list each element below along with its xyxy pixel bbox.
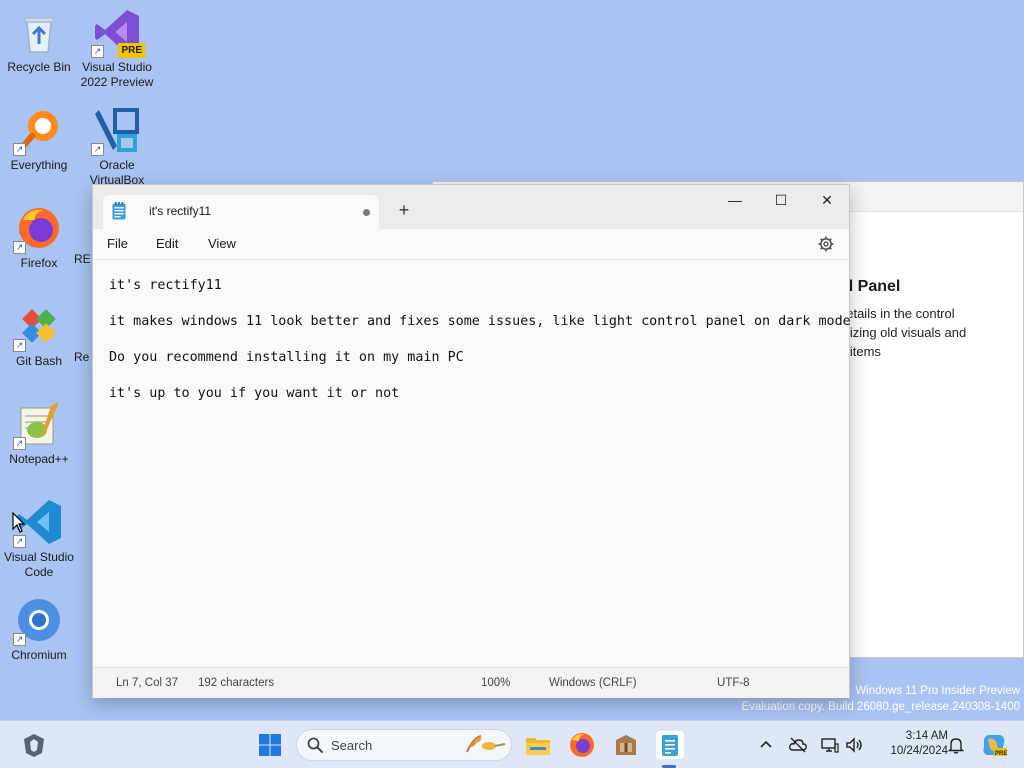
desktop-icon-everything[interactable]: ↗ Everything bbox=[0, 106, 78, 173]
svg-text:PRE: PRE bbox=[995, 751, 1007, 757]
status-line-ending[interactable]: Windows (CRLF) bbox=[549, 677, 637, 689]
unsaved-dot-icon[interactable] bbox=[363, 209, 370, 216]
shortcut-arrow-icon: ↗ bbox=[13, 633, 26, 646]
text-editor[interactable]: it's rectify11 it makes windows 11 look … bbox=[93, 259, 851, 667]
recycle-bin-icon bbox=[15, 8, 63, 56]
editor-line: it makes windows 11 look better and fixe… bbox=[109, 314, 851, 329]
cloud-off-icon[interactable] bbox=[788, 735, 808, 755]
desktop-icon-label: Firefox bbox=[20, 256, 58, 270]
shortcut-arrow-icon: ↗ bbox=[91, 45, 104, 58]
taskbar-search-box[interactable]: Search bbox=[296, 729, 512, 761]
search-highlight-leaves-icon bbox=[463, 734, 507, 756]
shortcut-arrow-icon: ↗ bbox=[13, 535, 26, 548]
widgets-button[interactable] bbox=[20, 731, 48, 759]
desktop-icon-label: Re bbox=[74, 350, 90, 364]
desktop-icon-firefox[interactable]: ↗ Firefox bbox=[0, 204, 78, 271]
desktop-icon-label: Git Bash bbox=[15, 354, 63, 368]
notepad-titlebar[interactable]: it's rectify11 + — ☐ ✕ bbox=[93, 185, 849, 229]
tab-title: it's rectify11 bbox=[149, 204, 212, 218]
notepad-tab[interactable]: it's rectify11 bbox=[103, 195, 379, 229]
clock-time: 3:14 AM bbox=[905, 730, 948, 742]
file-explorer-icon[interactable] bbox=[524, 731, 552, 759]
desktop-icon-recycle-bin[interactable]: Recycle Bin bbox=[0, 8, 78, 75]
network-icon[interactable] bbox=[820, 735, 840, 755]
firefox-icon[interactable] bbox=[568, 731, 596, 759]
git-bash-icon: ↗ bbox=[13, 302, 63, 352]
status-cursor-position: Ln 7, Col 37 bbox=[116, 677, 179, 689]
notepad-window[interactable]: it's rectify11 + — ☐ ✕ File Edit View it… bbox=[92, 184, 851, 698]
menu-view[interactable]: View bbox=[208, 236, 236, 251]
minimize-button[interactable]: — bbox=[712, 185, 758, 215]
visual-studio-preview-icon: ↗ PRE bbox=[91, 8, 145, 58]
shortcut-arrow-icon: ↗ bbox=[91, 143, 104, 156]
shortcut-arrow-icon: ↗ bbox=[13, 241, 26, 254]
shortcut-arrow-icon: ↗ bbox=[13, 437, 26, 450]
desktop-icon-partial-re2[interactable]: Re bbox=[74, 350, 94, 365]
desktop-icon-git-bash[interactable]: ↗ Git Bash bbox=[0, 302, 78, 369]
settings-gear-icon[interactable] bbox=[817, 235, 835, 253]
control-panel-text-line: mizing old visuals and bbox=[839, 325, 967, 340]
archive-app-icon[interactable] bbox=[612, 731, 640, 759]
firefox-icon: ↗ bbox=[13, 204, 63, 254]
desktop-icon-virtualbox[interactable]: ↗ Oracle VirtualBox bbox=[78, 106, 156, 188]
everything-search-icon: ↗ bbox=[13, 106, 63, 156]
desktop-icon-vscode[interactable]: ↗ Visual Studio Code bbox=[0, 498, 78, 580]
desktop-icon-visual-studio-preview[interactable]: ↗ PRE Visual Studio 2022 Preview bbox=[78, 8, 156, 90]
editor-line: Do you recommend installing it on my mai… bbox=[109, 350, 464, 365]
search-icon bbox=[307, 737, 323, 753]
chromium-icon: ↗ bbox=[13, 596, 63, 646]
desktop-icon-label: Recycle Bin bbox=[7, 60, 71, 74]
desktop-icon-label: Notepad++ bbox=[9, 452, 69, 466]
preview-badge: PRE bbox=[118, 43, 145, 58]
new-tab-button[interactable]: + bbox=[393, 199, 415, 221]
copilot-preview-icon[interactable]: PRE bbox=[980, 731, 1008, 759]
menu-edit[interactable]: Edit bbox=[156, 236, 178, 251]
status-bar: Ln 7, Col 37 192 characters 100% Windows… bbox=[93, 667, 849, 698]
chevron-up-icon[interactable] bbox=[756, 735, 776, 755]
notepad-icon[interactable] bbox=[656, 731, 684, 759]
taskbar-clock[interactable]: 3:14 AM 10/24/2024 bbox=[870, 729, 948, 759]
notepadpp-icon: ↗ bbox=[13, 400, 63, 450]
search-placeholder: Search bbox=[331, 738, 373, 753]
clock-date: 10/24/2024 bbox=[890, 745, 948, 757]
editor-line: it's rectify11 bbox=[109, 278, 222, 293]
close-button[interactable]: ✕ bbox=[804, 185, 850, 215]
desktop-icon-label: Visual Studio Code bbox=[4, 550, 74, 579]
control-panel-text-line: details in the control bbox=[839, 306, 955, 321]
mouse-cursor-icon bbox=[12, 511, 26, 534]
desktop-icon-partial-re[interactable]: RE bbox=[74, 252, 94, 267]
status-encoding[interactable]: UTF-8 bbox=[717, 677, 750, 689]
menu-bar: File Edit View bbox=[93, 229, 849, 259]
desktop-icon-notepadpp[interactable]: ↗ Notepad++ bbox=[0, 400, 78, 467]
watermark-build: Evaluation copy. Build 26080.ge_release.… bbox=[741, 701, 1020, 713]
desktop-icon-label: Chromium bbox=[11, 648, 67, 662]
menu-file[interactable]: File bbox=[107, 236, 128, 251]
notification-bell-icon[interactable] bbox=[946, 735, 966, 755]
volume-icon[interactable] bbox=[844, 735, 864, 755]
desktop-icon-chromium[interactable]: ↗ Chromium bbox=[0, 596, 78, 663]
shortcut-arrow-icon: ↗ bbox=[13, 339, 26, 352]
shortcut-arrow-icon: ↗ bbox=[13, 143, 26, 156]
maximize-button[interactable]: ☐ bbox=[758, 185, 804, 215]
desktop-icon-label: RE bbox=[74, 252, 91, 266]
notepad-icon bbox=[112, 202, 126, 220]
status-character-count: 192 characters bbox=[198, 677, 275, 689]
desktop-icon-label: Everything bbox=[10, 158, 68, 172]
watermark-edition: Windows 11 Pro Insider Preview bbox=[855, 685, 1020, 697]
virtualbox-icon: ↗ bbox=[91, 106, 141, 156]
start-button[interactable] bbox=[256, 731, 284, 759]
desktop-icon-label: Visual Studio 2022 Preview bbox=[80, 60, 154, 89]
taskbar: Search 3:14 AM 10/24/2024 PRE bbox=[0, 720, 1024, 768]
editor-line: it's up to you if you want it or not bbox=[109, 386, 400, 401]
status-zoom[interactable]: 100% bbox=[481, 677, 510, 689]
